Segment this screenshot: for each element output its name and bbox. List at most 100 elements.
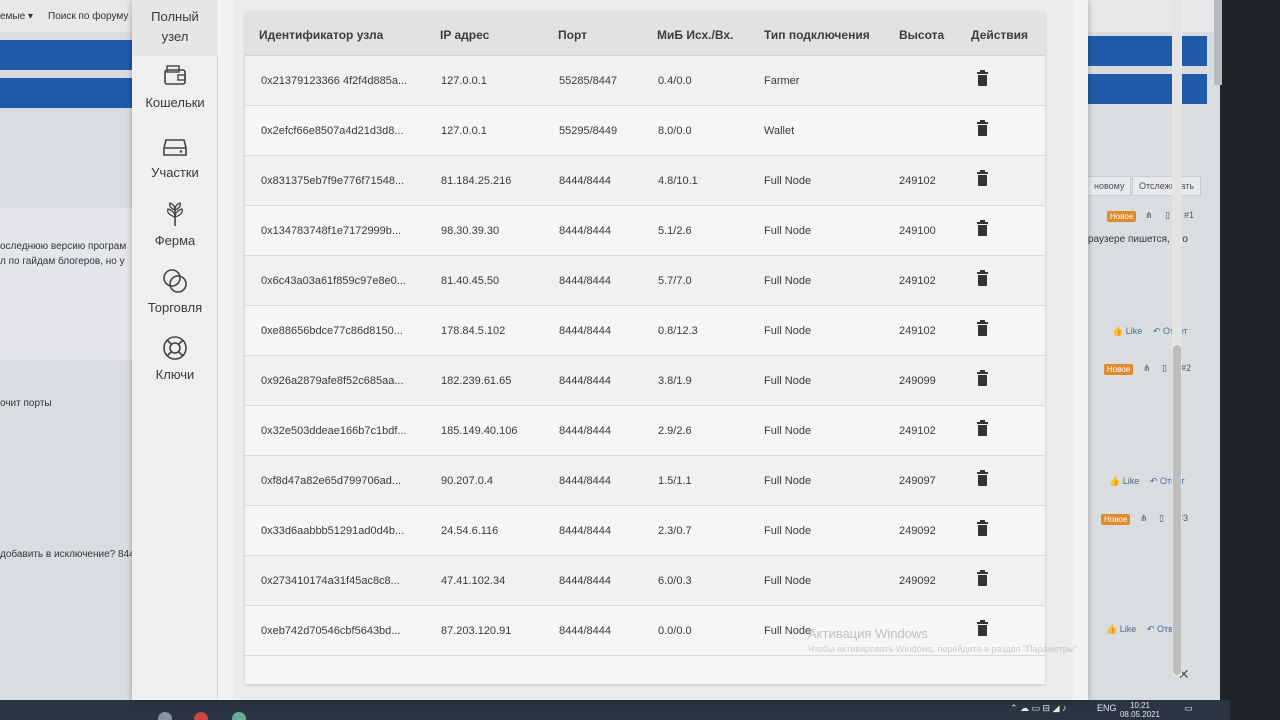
taskbar-app-icon[interactable] xyxy=(194,712,208,720)
cell-mib: 8.0/0.0 xyxy=(658,125,692,137)
bookmark-icon[interactable]: ▯ xyxy=(1162,363,1167,374)
sidebar-item-trade[interactable]: Торговля xyxy=(132,267,218,316)
delete-icon[interactable] xyxy=(977,520,988,536)
post-snippet: добавить в исключение? 8444 xyxy=(0,549,141,560)
post-snippet: очит порты xyxy=(0,398,52,409)
cell-node-id: 0x32e503ddeae166b7c1bdf... xyxy=(261,425,407,437)
cell-node-id: 0x33d6aabbb51291ad0d4b... xyxy=(261,525,405,537)
delete-icon[interactable] xyxy=(977,120,988,136)
delete-icon[interactable] xyxy=(977,220,988,236)
cell-connection-type: Full Node xyxy=(764,475,812,487)
delete-icon[interactable] xyxy=(977,420,988,436)
cell-ip: 127.0.0.1 xyxy=(441,125,487,137)
cell-port: 8444/8444 xyxy=(559,375,611,387)
cell-mib: 5.1/2.6 xyxy=(658,225,692,237)
browser-scrollbar[interactable] xyxy=(1214,0,1222,85)
windows-activation-title: Активация Windows xyxy=(808,626,928,641)
col-actions: Действия xyxy=(971,28,1029,42)
post-number[interactable]: #2 xyxy=(1181,363,1191,373)
share-icon[interactable]: ⋔ xyxy=(1143,363,1151,374)
windows-taskbar: ⌃ ☁ ▭ ⊟ ◢ ♪ ENG 10:21 08.05.2021 ▭ xyxy=(0,700,1230,720)
cell-mib: 5.7/7.0 xyxy=(658,275,692,287)
cell-mib: 3.8/1.9 xyxy=(658,375,692,387)
trade-circles-icon xyxy=(163,269,187,293)
table-row: 0x21379123366 4f2f4d885a... 127.0.0.1 5528… xyxy=(245,56,1045,106)
bookmark-icon[interactable]: ▯ xyxy=(1165,210,1170,221)
delete-icon[interactable] xyxy=(977,170,988,186)
like-link[interactable]: 👍 Like xyxy=(1106,624,1136,635)
cell-connection-type: Full Node xyxy=(764,575,812,587)
like-label: Like xyxy=(1122,476,1140,486)
cell-ip: 98.30.39.30 xyxy=(441,225,500,237)
forum-blue-bar xyxy=(1085,36,1207,66)
cell-mib: 4.8/10.1 xyxy=(658,175,698,187)
windows-activation-subtitle: Чтобы активировать Windows, перейдите в … xyxy=(808,644,1078,654)
sidebar-item-full-node[interactable]: Полный узел xyxy=(132,0,218,56)
cell-ip: 81.40.45.50 xyxy=(441,275,500,287)
newer-button[interactable]: новому xyxy=(1087,176,1132,196)
like-link[interactable]: 👍 Like xyxy=(1112,326,1142,337)
reply-link[interactable]: ↶ Ответ xyxy=(1153,326,1188,337)
share-icon[interactable]: ⋔ xyxy=(1145,210,1153,221)
cell-height: 249092 xyxy=(899,525,936,537)
cell-connection-type: Wallet xyxy=(764,125,795,137)
notifications-icon[interactable]: ▭ xyxy=(1184,703,1193,714)
cell-port: 8444/8444 xyxy=(559,325,611,337)
delete-icon[interactable] xyxy=(977,70,988,86)
clock-date: 08.05.2021 xyxy=(1119,710,1161,719)
lifebuoy-icon xyxy=(163,336,187,360)
cell-height: 249102 xyxy=(899,275,936,287)
like-label: Like xyxy=(1125,326,1143,336)
forum-dropdown[interactable]: емые ▾ xyxy=(0,11,33,22)
taskbar-clock[interactable]: 10:21 08.05.2021 xyxy=(1118,701,1162,719)
taskbar-app-icon[interactable] xyxy=(158,712,172,720)
delete-icon[interactable] xyxy=(977,320,988,336)
like-link[interactable]: 👍 Like xyxy=(1109,476,1139,487)
delete-icon[interactable] xyxy=(977,370,988,386)
wallet-icon xyxy=(164,65,186,85)
taskbar-app-icon[interactable] xyxy=(232,712,246,720)
delete-icon[interactable] xyxy=(977,470,988,486)
cell-ip: 185.149.40.106 xyxy=(441,425,518,437)
share-icon[interactable]: ⋔ xyxy=(1140,513,1148,524)
cell-port: 8444/8444 xyxy=(559,525,611,537)
connections-panel: Идентификатор узла IP адрес Порт МиБ Исх… xyxy=(233,0,1182,700)
cell-node-id: 0x21379123366 4f2f4d885a... xyxy=(261,75,408,87)
cell-connection-type: Full Node xyxy=(764,525,812,537)
col-port: Порт xyxy=(558,28,588,42)
table-row: 0xf8d47a82e65d799706ad... 90.207.0.4 8444/… xyxy=(245,456,1045,506)
scrollbar-thumb[interactable] xyxy=(1173,345,1181,675)
cell-ip: 81.184.25.216 xyxy=(441,175,512,187)
post-block xyxy=(0,208,135,360)
cell-port: 8444/8444 xyxy=(559,625,611,637)
sidebar-item-wallets[interactable]: Кошельки xyxy=(132,62,218,111)
track-button[interactable]: Отслеживать xyxy=(1132,176,1202,196)
sidebar-item-farm[interactable]: Ферма xyxy=(132,200,218,249)
cell-port: 55295/8449 xyxy=(559,125,618,137)
delete-icon[interactable] xyxy=(977,270,988,286)
sidebar-item-label: узел xyxy=(161,29,189,44)
cell-ip: 182.239.61.65 xyxy=(441,375,512,387)
sidebar-item-keys[interactable]: Ключи xyxy=(132,334,218,383)
col-node-id: Идентификатор узла xyxy=(259,28,384,42)
cell-connection-type: Full Node xyxy=(764,625,812,637)
cell-ip: 24.54.6.116 xyxy=(441,525,499,537)
bookmark-icon[interactable]: ▯ xyxy=(1159,513,1164,524)
cell-mib: 2.9/2.6 xyxy=(658,425,692,437)
cell-height: 249097 xyxy=(899,475,936,487)
delete-icon[interactable] xyxy=(977,620,988,636)
cell-mib: 6.0/0.3 xyxy=(658,575,692,587)
language-indicator[interactable]: ENG xyxy=(1097,703,1117,713)
forum-blue-bar xyxy=(0,40,135,70)
tray-icons[interactable]: ⌃ ☁ ▭ ⊟ ◢ ♪ xyxy=(1010,703,1067,714)
post-number[interactable]: #1 xyxy=(1184,210,1194,220)
cell-node-id: 0xe88656bdce77c86d8150... xyxy=(261,325,403,337)
table-row: 0x831375eb7f9e776f71548... 81.184.25.216 8… xyxy=(245,156,1045,206)
forum-blue-bar xyxy=(0,78,135,108)
forum-search-link[interactable]: Поиск по форуму xyxy=(48,11,128,22)
delete-icon[interactable] xyxy=(977,570,988,586)
cell-port: 8444/8444 xyxy=(559,475,611,487)
sidebar-item-plots[interactable]: Участки xyxy=(132,132,218,181)
panel-scrollbar[interactable] xyxy=(1172,0,1182,676)
cell-mib: 0.0/0.0 xyxy=(658,625,692,637)
